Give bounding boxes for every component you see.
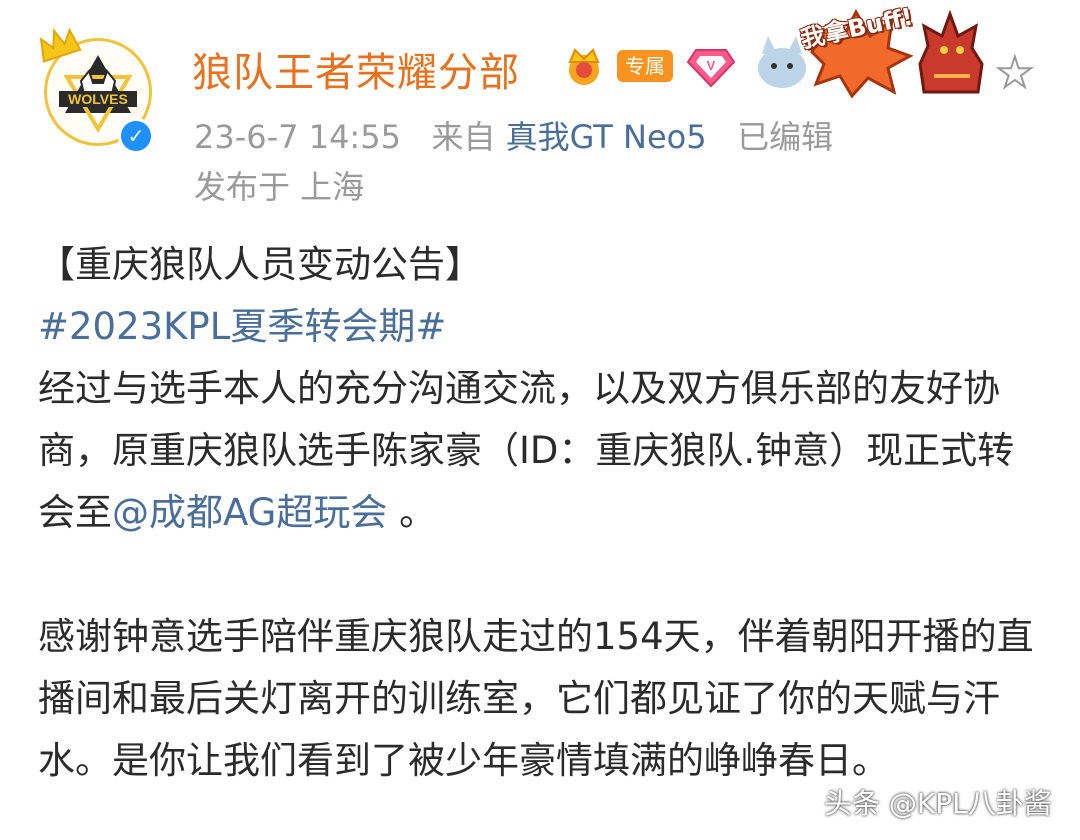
crown-icon <box>39 27 82 63</box>
mention-link[interactable]: @成都AG超玩会 <box>112 491 387 534</box>
paragraph-1-end: 。 <box>387 491 437 534</box>
member-crown-icon[interactable] <box>562 46 606 86</box>
star-icon[interactable]: ★ <box>995 51 1035 95</box>
edited-label[interactable]: 已编辑 <box>737 118 833 156</box>
paragraph-2: 感谢钟意选手陪伴重庆狼队走过的154天，伴着朝阳开播的直播间和最后关灯离开的训练… <box>38 615 1034 782</box>
from-label: 来自 <box>431 118 496 156</box>
avatar-text: WOLVES <box>68 91 128 107</box>
post-meta: 23-6-7 14:55 来自 真我GT Neo5 已编辑 <box>194 112 833 158</box>
svg-text:V: V <box>707 58 716 73</box>
post-title: 【重庆狼队人员变动公告】 <box>38 243 482 286</box>
paragraph-1: 经过与选手本人的充分沟通交流，以及双方俱乐部的友好协商，原重庆狼队选手陈家豪（I… <box>38 358 1048 544</box>
diamond-vip-icon[interactable]: V <box>686 46 736 88</box>
verified-check-icon: ✓ <box>118 118 154 154</box>
watermark: 头条 @KPL八卦酱 <box>824 787 1052 820</box>
timestamp: 23-6-7 14:55 <box>194 118 401 156</box>
avatar[interactable]: WOLVES ✓ <box>38 26 162 154</box>
exclusive-badge[interactable]: 专属 <box>617 50 673 82</box>
device-link[interactable]: 真我GT Neo5 <box>506 118 707 156</box>
post-content: 【重庆狼队人员变动公告】 #2023KPL夏季转会期# 经过与选手本人的充分沟通… <box>38 234 1048 792</box>
fan-card[interactable]: 我拿Buff! <box>752 2 1012 99</box>
hashtag-link[interactable]: #2023KPL夏季转会期# <box>38 296 1048 358</box>
location: 发布于 上海 <box>194 168 365 206</box>
username[interactable]: 狼队王者荣耀分部 <box>192 40 520 98</box>
